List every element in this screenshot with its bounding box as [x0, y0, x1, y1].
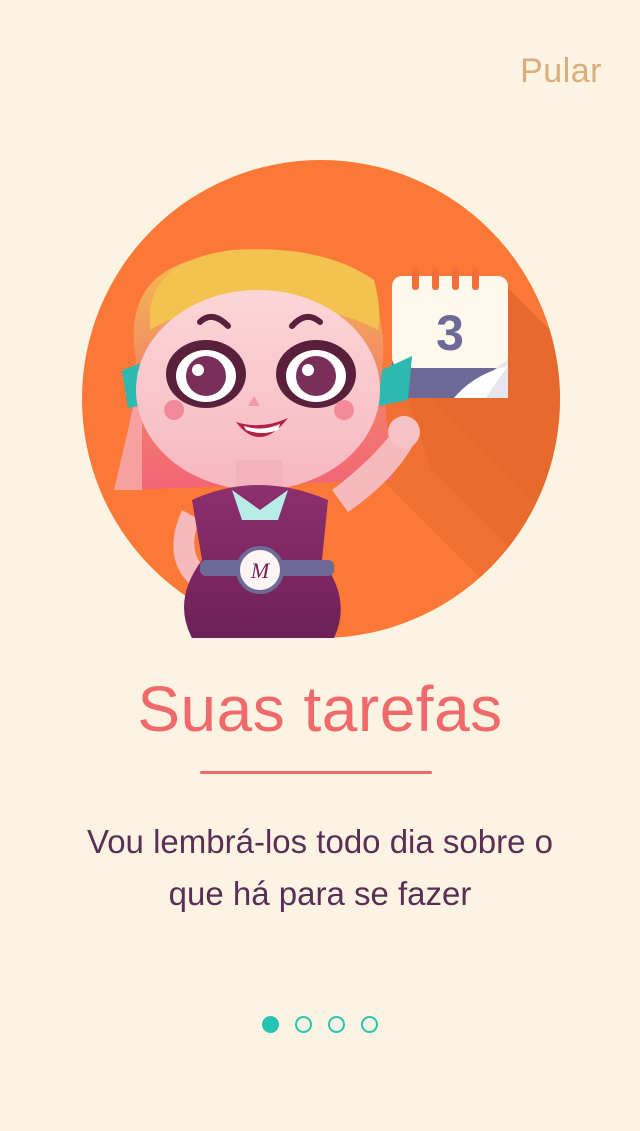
hero-illustration: 3 M	[82, 160, 560, 638]
page-dot-3[interactable]	[328, 1016, 345, 1033]
page-dot-2[interactable]	[295, 1016, 312, 1033]
page-title: Suas tarefas	[137, 673, 503, 745]
belt-badge: M	[236, 546, 284, 594]
page-dot-4[interactable]	[361, 1016, 378, 1033]
skip-button[interactable]: Pular	[520, 52, 602, 91]
svg-text:3: 3	[436, 305, 464, 361]
onboarding-screen: Pular 3 M Suas tarefas Vou lembrá-los to…	[0, 0, 640, 1131]
svg-text:M: M	[250, 558, 271, 583]
title-divider	[200, 771, 432, 774]
description: Vou lembrá-los todo dia sobre o que há p…	[50, 816, 590, 920]
character-calendar-illustration: 3 M	[82, 160, 560, 638]
description-line: Vou lembrá-los todo dia sobre o	[87, 823, 553, 860]
page-indicator	[0, 1016, 640, 1033]
page-dot-1[interactable]	[262, 1016, 279, 1033]
description-line: que há para se fazer	[168, 875, 472, 912]
